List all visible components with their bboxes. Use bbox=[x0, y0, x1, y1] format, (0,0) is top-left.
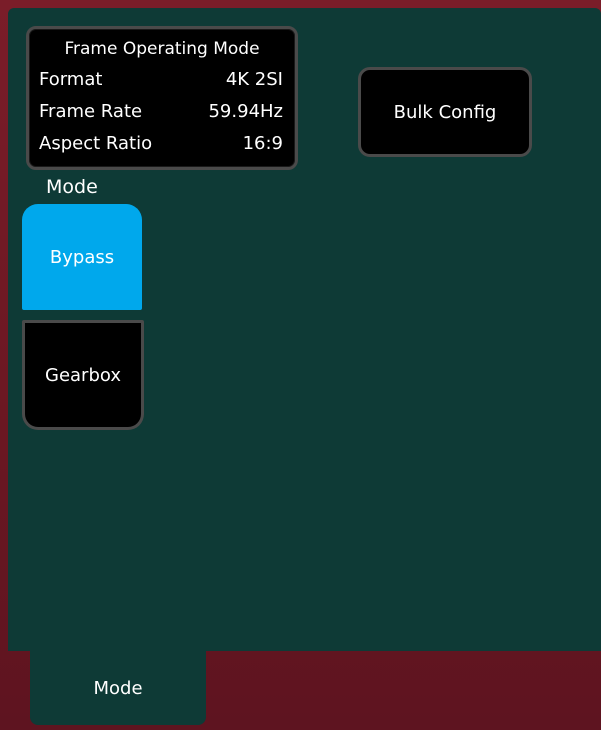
format-value: 4K 2SI bbox=[225, 69, 283, 90]
frame-rate-value: 59.94Hz bbox=[208, 101, 283, 122]
aspect-ratio-value: 16:9 bbox=[242, 133, 283, 154]
aspect-ratio-row: Aspect Ratio 16:9 bbox=[39, 133, 283, 154]
bypass-button[interactable]: Bypass bbox=[22, 204, 142, 310]
frame-rate-label: Frame Rate bbox=[39, 101, 143, 122]
format-row: Format 4K 2SI bbox=[39, 69, 283, 90]
bulk-config-button[interactable]: Bulk Config bbox=[358, 67, 532, 157]
mode-section-label: Mode bbox=[46, 176, 98, 198]
frame-operating-mode-box: Frame Operating Mode Format 4K 2SI Frame… bbox=[26, 26, 298, 170]
frame-rate-row: Frame Rate 59.94Hz bbox=[39, 101, 283, 122]
info-box-title: Frame Operating Mode bbox=[64, 39, 260, 59]
tab-mode[interactable]: Mode bbox=[30, 651, 206, 725]
aspect-ratio-label: Aspect Ratio bbox=[39, 133, 153, 154]
gearbox-button[interactable]: Gearbox bbox=[22, 320, 144, 430]
format-label: Format bbox=[39, 69, 103, 90]
